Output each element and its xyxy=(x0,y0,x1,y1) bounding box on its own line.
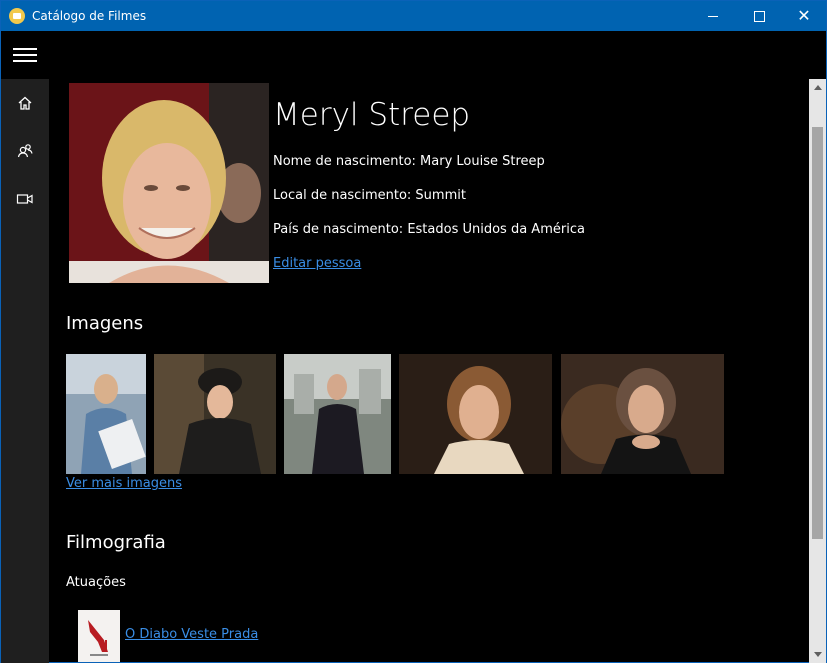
film-poster[interactable] xyxy=(78,610,120,662)
minimize-button[interactable] xyxy=(690,1,736,31)
close-button[interactable]: ✕ xyxy=(781,1,827,31)
acting-subtitle: Atuações xyxy=(66,575,126,590)
scroll-up-button[interactable] xyxy=(809,79,826,96)
sidebar xyxy=(1,79,49,663)
scroll-up-icon xyxy=(813,85,822,90)
nav-people[interactable] xyxy=(1,127,49,175)
nav-home[interactable] xyxy=(1,79,49,127)
person-detail: Meryl Streep Nome de nascimento: Mary Lo… xyxy=(49,79,809,663)
film-link[interactable]: O Diabo Veste Prada xyxy=(125,627,258,642)
minimize-icon xyxy=(708,15,718,17)
scroll-down-icon xyxy=(813,652,822,657)
image-thumbnail[interactable] xyxy=(154,354,276,474)
hamburger-menu-icon[interactable] xyxy=(13,48,37,62)
vertical-scrollbar[interactable] xyxy=(809,79,826,663)
birth-name: Nome de nascimento: Mary Louise Streep xyxy=(273,154,545,169)
image-thumbnail[interactable] xyxy=(399,354,552,474)
top-bar xyxy=(1,31,826,79)
birth-country: País de nascimento: Estados Unidos da Am… xyxy=(273,222,585,237)
title-bar[interactable]: Catálogo de Filmes ✕ xyxy=(1,1,826,31)
app-icon xyxy=(9,8,25,24)
person-name: Meryl Streep xyxy=(273,97,471,133)
window-title: Catálogo de Filmes xyxy=(32,9,147,23)
people-icon xyxy=(17,144,33,158)
filmography-section-title: Filmografia xyxy=(66,532,166,553)
image-thumbnail[interactable] xyxy=(284,354,391,474)
maximize-button[interactable] xyxy=(736,1,782,31)
home-icon xyxy=(18,96,32,110)
person-photo xyxy=(69,83,269,283)
more-images-link[interactable]: Ver mais imagens xyxy=(66,476,182,491)
nav-movies[interactable] xyxy=(1,175,49,223)
birth-place: Local de nascimento: Summit xyxy=(273,188,466,203)
close-icon: ✕ xyxy=(797,6,811,25)
image-thumbnail[interactable] xyxy=(561,354,724,474)
edit-person-link[interactable]: Editar pessoa xyxy=(273,256,361,271)
images-section-title: Imagens xyxy=(66,313,144,334)
scrollbar-thumb[interactable] xyxy=(812,127,823,539)
scroll-down-button[interactable] xyxy=(809,646,826,663)
app-window: Catálogo de Filmes ✕ Meryl Streep Nome d… xyxy=(0,0,827,663)
movie-camera-icon xyxy=(16,194,33,204)
image-thumbnail[interactable] xyxy=(66,354,146,474)
maximize-icon xyxy=(753,10,765,22)
